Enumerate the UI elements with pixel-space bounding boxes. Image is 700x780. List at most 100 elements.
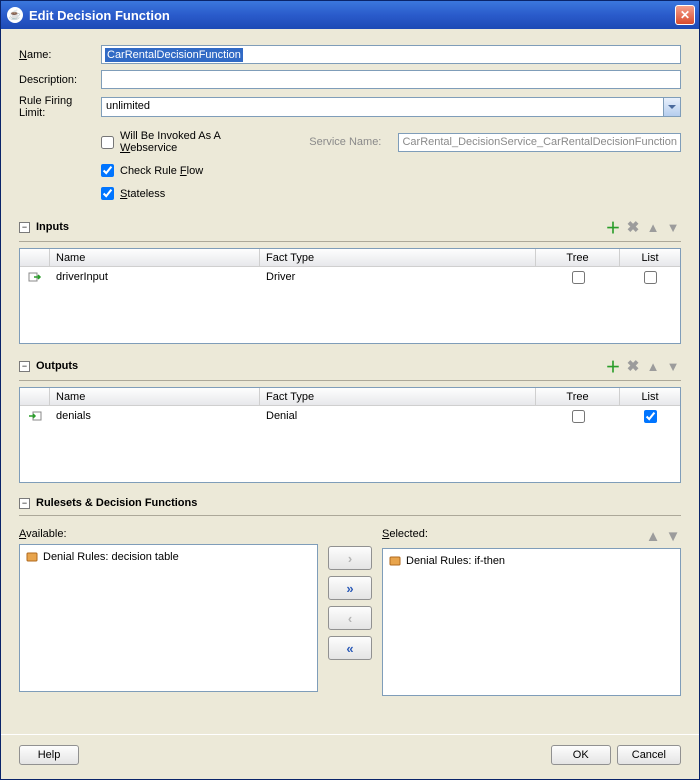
col-tree[interactable]: Tree — [536, 249, 620, 266]
name-field[interactable]: CarRentalDecisionFunction — [101, 45, 681, 64]
move-input-up-button[interactable]: ▲ — [645, 219, 661, 235]
plus-icon: ＋ — [605, 356, 620, 377]
move-selected-down-button[interactable]: ▼ — [665, 528, 681, 544]
up-icon: ▲ — [647, 220, 660, 235]
row-rule-firing-limit: Rule Firing Limit: unlimited — [19, 95, 681, 119]
cell-tree-checkbox[interactable] — [572, 271, 585, 284]
description-field[interactable] — [101, 70, 681, 89]
chevron-down-icon[interactable] — [663, 98, 680, 116]
rulesets-title: Rulesets & Decision Functions — [36, 497, 681, 509]
stateless-checkbox[interactable] — [101, 187, 114, 200]
col-name[interactable]: Name — [50, 249, 260, 266]
service-name-value: CarRental_DecisionService_CarRentalDecis… — [402, 136, 677, 148]
dialog-footer: Help OK Cancel — [1, 734, 699, 779]
rfl-value: unlimited — [102, 98, 663, 116]
inputs-table: Name Fact Type Tree List driverInput Dri… — [19, 248, 681, 344]
close-button[interactable]: ✕ — [675, 5, 695, 25]
move-all-left-button[interactable]: « — [328, 636, 372, 660]
col-fact[interactable]: Fact Type — [260, 249, 536, 266]
rulesets-header: − Rulesets & Decision Functions — [19, 497, 681, 509]
list-item-label: Denial Rules: if-then — [406, 555, 505, 567]
input-arrow-icon — [28, 270, 42, 284]
move-buttons: › » ‹ « — [328, 528, 372, 660]
add-input-button[interactable]: ＋ — [605, 219, 621, 235]
cell-list-checkbox[interactable] — [644, 410, 657, 423]
rule-firing-limit-combo[interactable]: unlimited — [101, 97, 681, 117]
webservice-checkbox[interactable] — [101, 136, 114, 149]
service-name-label: Service Name: — [309, 136, 398, 148]
row-icon — [20, 407, 50, 425]
list-item-label: Denial Rules: decision table — [43, 551, 179, 563]
list-item[interactable]: Denial Rules: if-then — [386, 552, 677, 570]
description-label: Description: — [19, 74, 101, 86]
available-column: Available: Denial Rules: decision table — [19, 528, 318, 692]
col-tree[interactable]: Tree — [536, 388, 620, 405]
inputs-tools: ＋ ✖ ▲ ▼ — [605, 219, 681, 235]
row-webservice: Will Be Invoked As A Webservice Service … — [101, 130, 681, 154]
chevron-right-icon: › — [348, 551, 352, 566]
output-arrow-icon — [28, 409, 42, 423]
outputs-title: Outputs — [36, 360, 605, 372]
close-icon: ✕ — [680, 8, 690, 22]
list-item[interactable]: Denial Rules: decision table — [23, 548, 314, 566]
rulesets-collapse-button[interactable]: − — [19, 498, 30, 509]
cell-name[interactable]: driverInput — [50, 269, 260, 285]
cell-fact[interactable]: Driver — [260, 269, 536, 285]
ruleset-icon — [388, 554, 402, 568]
selected-updown: ▲ ▼ — [645, 528, 681, 544]
move-all-right-button[interactable]: » — [328, 576, 372, 600]
cell-list-checkbox[interactable] — [644, 271, 657, 284]
webservice-label: Will Be Invoked As A Webservice — [120, 130, 279, 154]
window-title: Edit Decision Function — [29, 8, 170, 23]
name-value-text: CarRentalDecisionFunction — [105, 48, 243, 62]
inputs-collapse-button[interactable]: − — [19, 222, 30, 233]
titlebar: ☕ Edit Decision Function ✕ — [1, 1, 699, 29]
cell-tree-checkbox[interactable] — [572, 410, 585, 423]
ruleset-icon — [25, 550, 39, 564]
dialog-content: Name: CarRentalDecisionFunction Descript… — [1, 29, 699, 734]
row-icon — [20, 268, 50, 286]
up-icon: ▲ — [646, 528, 661, 545]
move-output-up-button[interactable]: ▲ — [645, 358, 661, 374]
app-icon: ☕ — [7, 7, 23, 23]
up-icon: ▲ — [647, 359, 660, 374]
outputs-tools: ＋ ✖ ▲ ▼ — [605, 358, 681, 374]
cancel-button[interactable]: Cancel — [617, 745, 681, 765]
check-rule-flow-checkbox[interactable] — [101, 164, 114, 177]
chevron-left-icon: ‹ — [348, 611, 352, 626]
move-selected-up-button[interactable]: ▲ — [645, 528, 661, 544]
inputs-title: Inputs — [36, 221, 605, 233]
table-row[interactable]: driverInput Driver — [20, 267, 680, 287]
outputs-collapse-button[interactable]: − — [19, 361, 30, 372]
move-input-down-button[interactable]: ▼ — [665, 219, 681, 235]
help-button[interactable]: Help — [19, 745, 79, 765]
ok-button[interactable]: OK — [551, 745, 611, 765]
table-row[interactable]: denials Denial — [20, 406, 680, 426]
remove-output-button[interactable]: ✖ — [625, 358, 641, 374]
rulesets-body: Available: Denial Rules: decision table … — [19, 528, 681, 696]
selected-label: Selected: — [382, 528, 645, 544]
cell-fact[interactable]: Denial — [260, 408, 536, 424]
down-icon: ▼ — [667, 359, 680, 374]
move-left-button[interactable]: ‹ — [328, 606, 372, 630]
row-description: Description: — [19, 70, 681, 89]
available-listbox[interactable]: Denial Rules: decision table — [19, 544, 318, 692]
selected-column: Selected: ▲ ▼ Denial Rules: if-then — [382, 528, 681, 696]
move-right-button[interactable]: › — [328, 546, 372, 570]
down-icon: ▼ — [667, 220, 680, 235]
col-name[interactable]: Name — [50, 388, 260, 405]
col-fact[interactable]: Fact Type — [260, 388, 536, 405]
dialog-window: ☕ Edit Decision Function ✕ Name: CarRent… — [0, 0, 700, 780]
move-output-down-button[interactable]: ▼ — [665, 358, 681, 374]
double-chevron-left-icon: « — [346, 641, 353, 656]
selected-listbox[interactable]: Denial Rules: if-then — [382, 548, 681, 696]
col-list[interactable]: List — [620, 249, 680, 266]
remove-input-button[interactable]: ✖ — [625, 219, 641, 235]
row-stateless: Stateless — [101, 187, 681, 200]
col-list[interactable]: List — [620, 388, 680, 405]
add-output-button[interactable]: ＋ — [605, 358, 621, 374]
down-icon: ▼ — [666, 528, 681, 545]
cross-icon: ✖ — [627, 218, 640, 236]
inputs-table-head: Name Fact Type Tree List — [20, 249, 680, 267]
cell-name[interactable]: denials — [50, 408, 260, 424]
